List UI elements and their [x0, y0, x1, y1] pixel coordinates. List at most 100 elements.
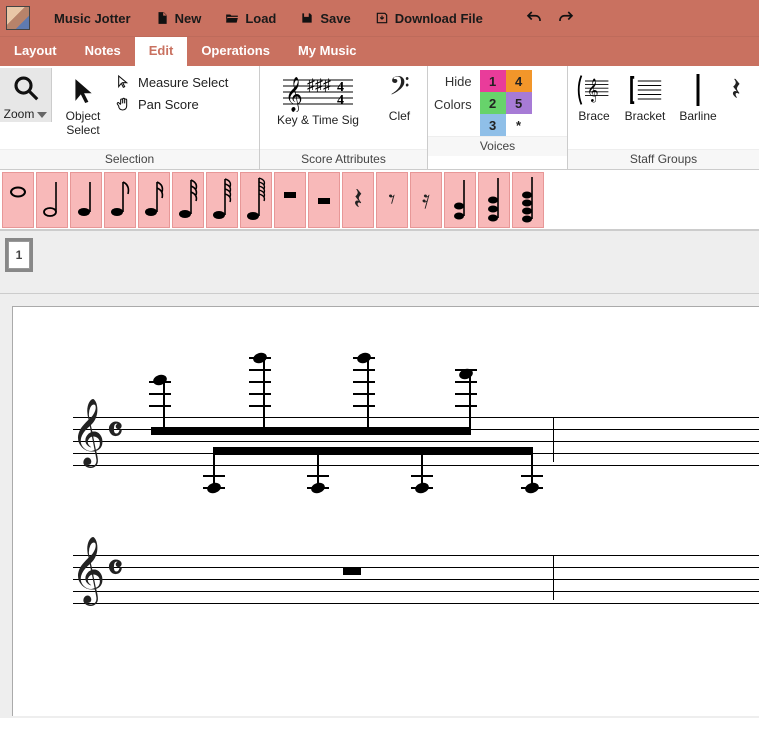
folder-open-icon	[225, 11, 239, 25]
time-signature: 𝄴	[107, 559, 123, 579]
magnifier-icon	[8, 70, 44, 106]
half-note[interactable]	[36, 172, 68, 228]
load-button[interactable]: Load	[225, 11, 276, 26]
chord-4[interactable]	[512, 172, 544, 228]
score-sheet[interactable]: 𝄞 𝄴	[12, 306, 759, 716]
voice-3[interactable]: 3	[480, 114, 506, 136]
undo-icon[interactable]	[525, 9, 543, 27]
page-thumbbar: 1	[0, 230, 759, 294]
redo-icon[interactable]	[557, 9, 575, 27]
sixteenth-rest[interactable]: 𝄿	[410, 172, 442, 228]
group-staff-groups-title: Staff Groups	[568, 149, 759, 169]
object-select-label: Object Select	[56, 110, 110, 138]
ribbon: Zoom Object Select Measure Select Pan Sc…	[0, 66, 759, 170]
tab-notes[interactable]: Notes	[71, 37, 135, 66]
save-label: Save	[320, 11, 350, 26]
sixteenth-rest-icon: 𝄿	[422, 185, 430, 216]
barline-label: Barline	[679, 110, 716, 124]
sixtyfourth-note[interactable]	[206, 172, 238, 228]
quarter-rest-icon: 𝄽	[353, 183, 362, 217]
quarter-rest[interactable]: 𝄽	[342, 172, 374, 228]
download-label: Download File	[395, 11, 483, 26]
new-label: New	[175, 11, 202, 26]
file-icon	[155, 11, 169, 25]
tab-edit[interactable]: Edit	[135, 37, 188, 66]
tab-layout[interactable]: Layout	[0, 37, 71, 66]
history-controls	[525, 9, 575, 27]
whole-note[interactable]	[2, 172, 34, 228]
group-voices: Hide Colors 1 4 2 5 3 * Voices	[428, 66, 568, 169]
key-time-sig-button[interactable]: 𝄞 ♯♯♯ 4 4 Key & Time Sig	[264, 70, 372, 128]
bracket-icon	[627, 72, 663, 108]
bracket-label: Bracket	[625, 110, 666, 124]
key-time-icon: 𝄞 ♯♯♯ 4 4	[283, 72, 353, 112]
bass-clef-icon: 𝄢	[381, 72, 417, 108]
voice-grid: 1 4 2 5 3 *	[480, 70, 532, 136]
save-icon	[300, 11, 314, 25]
note-palette: 𝄽 𝄾 𝄿	[0, 170, 759, 230]
main-tabs: Layout Notes Edit Operations My Music	[0, 36, 759, 66]
hundredtwentyeighth-note[interactable]	[240, 172, 272, 228]
voice-2[interactable]: 2	[480, 92, 506, 114]
topbar: Music Jotter New Load Save Download File	[0, 0, 759, 36]
svg-text:𝄞: 𝄞	[587, 79, 599, 102]
voice-5[interactable]: 5	[506, 92, 532, 114]
barline-button[interactable]: Barline	[674, 70, 722, 124]
bracket-button[interactable]: Bracket	[620, 70, 670, 124]
brace-button[interactable]: 𝄞 Brace	[572, 70, 616, 124]
barline-icon	[680, 72, 716, 108]
tab-operations[interactable]: Operations	[187, 37, 284, 66]
voice-4[interactable]: 4	[506, 70, 532, 92]
group-selection-title: Selection	[0, 149, 259, 169]
thirtysecond-note[interactable]	[172, 172, 204, 228]
pan-score-label: Pan Score	[138, 97, 199, 112]
group-score-attributes: 𝄞 ♯♯♯ 4 4 Key & Time Sig 𝄢 Clef Score At…	[260, 66, 428, 169]
staff-2: 𝄞 𝄴	[73, 555, 759, 603]
eighth-note[interactable]	[104, 172, 136, 228]
brace-icon: 𝄞	[576, 72, 612, 108]
page-thumb-1[interactable]: 1	[8, 241, 30, 269]
object-select-button[interactable]: Object Select	[56, 70, 110, 138]
load-label: Load	[245, 11, 276, 26]
save-button[interactable]: Save	[300, 11, 350, 26]
whole-rest[interactable]	[274, 172, 306, 228]
new-button[interactable]: New	[155, 11, 202, 26]
svg-text:♯♯♯: ♯♯♯	[307, 77, 331, 94]
chord-3[interactable]	[478, 172, 510, 228]
svg-text:𝄞: 𝄞	[285, 77, 303, 112]
time-signature: 𝄴	[107, 421, 123, 441]
clef-button[interactable]: 𝄢 Clef	[376, 70, 423, 124]
tab-my-music[interactable]: My Music	[284, 37, 371, 66]
voices-colors-label: Colors	[434, 97, 472, 112]
hand-icon	[116, 96, 132, 112]
whole-rest-icon	[343, 568, 361, 575]
app-logo	[6, 6, 30, 30]
pan-score-button[interactable]: Pan Score	[116, 96, 228, 112]
group-voices-title: Voices	[428, 136, 567, 156]
group-selection: Zoom Object Select Measure Select Pan Sc…	[0, 66, 260, 169]
chevron-down-icon	[37, 112, 47, 118]
group-staff-groups: 𝄞 Brace Bracket Barline	[568, 66, 759, 169]
quarter-note[interactable]	[70, 172, 102, 228]
staff-1: 𝄞 𝄴	[73, 417, 759, 465]
group-score-attrs-title: Score Attributes	[260, 149, 427, 169]
key-time-label: Key & Time Sig	[277, 114, 359, 128]
measure-select-button[interactable]: Measure Select	[116, 74, 228, 90]
chord-2[interactable]	[444, 172, 476, 228]
treble-clef-icon: 𝄞	[71, 403, 105, 461]
clef-label: Clef	[389, 110, 410, 124]
staff-lines	[73, 555, 759, 615]
eighth-rest[interactable]: 𝄾	[376, 172, 408, 228]
sixteenth-note[interactable]	[138, 172, 170, 228]
treble-clef-icon: 𝄞	[71, 541, 105, 599]
download-icon	[375, 11, 389, 25]
rest-icon: 𝄽	[718, 72, 754, 108]
download-button[interactable]: Download File	[375, 11, 483, 26]
eighth-rest-icon: 𝄾	[389, 185, 396, 216]
voice-star[interactable]: *	[506, 114, 532, 136]
voice-1[interactable]: 1	[480, 70, 506, 92]
zoom-button[interactable]: Zoom	[0, 68, 52, 122]
half-rest[interactable]	[308, 172, 340, 228]
score-canvas[interactable]: 𝄞 𝄴	[0, 294, 759, 718]
more-staff-button[interactable]: 𝄽	[726, 70, 746, 108]
